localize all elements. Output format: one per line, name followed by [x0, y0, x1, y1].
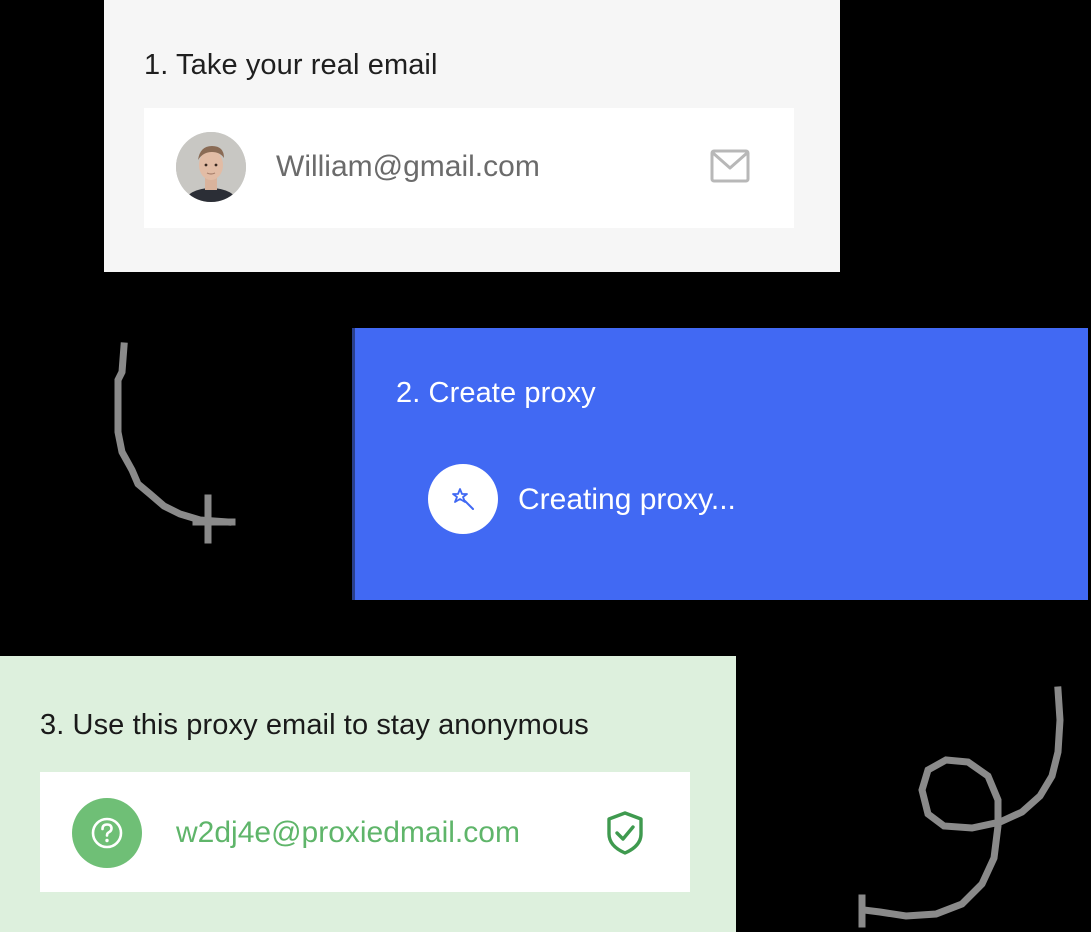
- magic-wand-icon: [452, 488, 474, 510]
- proxy-email-text[interactable]: w2dj4e@proxiedmail.com: [176, 814, 520, 852]
- step-2-title: 2. Create proxy: [396, 377, 596, 409]
- step-3-card: 3. Use this proxy email to stay anonymou…: [0, 656, 736, 932]
- question-badge: [72, 798, 142, 868]
- user-avatar-icon: [176, 132, 246, 202]
- proxy-steps-illustration: 1. Take your real email William@gmail.co…: [0, 0, 1091, 932]
- curved-arrow-doodle: [114, 342, 232, 526]
- step-1-title: 1. Take your real email: [144, 49, 438, 81]
- step-2-card: 2. Create proxy Creating proxy...: [352, 328, 1088, 600]
- mail-icon: [710, 149, 750, 183]
- arrow-head-doodle: [192, 494, 236, 544]
- step-1-card: 1. Take your real email William@gmail.co…: [104, 0, 840, 272]
- proxy-email-row[interactable]: w2dj4e@proxiedmail.com: [40, 772, 690, 892]
- magic-wand-badge: [428, 464, 498, 534]
- avatar: [176, 132, 246, 202]
- step-3-title: 3. Use this proxy email to stay anonymou…: [40, 709, 589, 741]
- question-icon: [91, 817, 123, 849]
- real-email-text: William@gmail.com: [276, 150, 540, 183]
- real-email-row[interactable]: William@gmail.com: [144, 108, 794, 228]
- creating-proxy-status: Creating proxy...: [518, 483, 736, 516]
- loop-squiggle-doodle: [860, 686, 1064, 920]
- shield-check-icon: [607, 811, 643, 855]
